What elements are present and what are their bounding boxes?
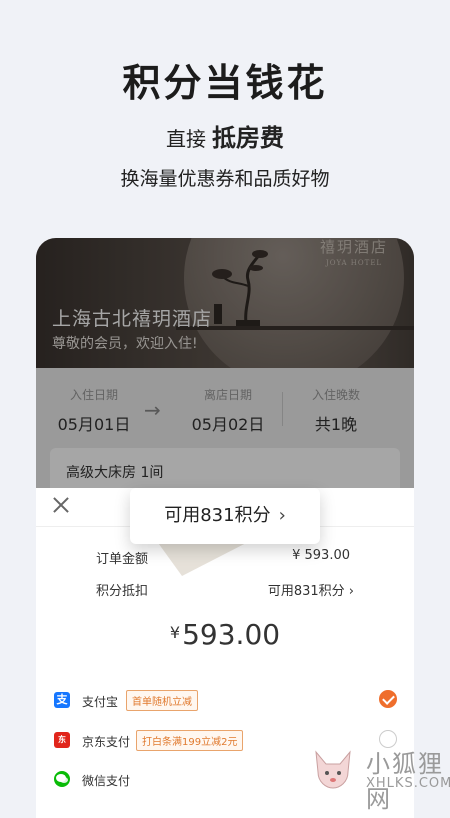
points-deduct-button[interactable]: 可用831积分 › (236, 580, 354, 599)
watermark-text-en: XHLKS.COM (366, 776, 450, 791)
points-deduct-value: 可用831积分 (267, 584, 345, 599)
chevron-right-icon: › (348, 584, 354, 599)
radio-checked-icon[interactable] (379, 690, 397, 708)
total-currency: ¥ (169, 623, 181, 642)
points-deduct-label: 积分抵扣 (96, 584, 149, 599)
promo-title: 积分当钱花 (122, 61, 328, 105)
alipay-icon: 支 (54, 692, 70, 708)
close-icon[interactable] (50, 494, 72, 516)
wechat-pay-icon (54, 771, 70, 787)
payment-name: 微信支付 (82, 774, 131, 788)
payment-name: 支付宝 (82, 695, 119, 709)
chevron-right-icon: › (278, 505, 286, 526)
popup-pointer (156, 540, 252, 576)
promo-subtitle-prefix: 直接 (166, 127, 206, 151)
points-popup[interactable]: 可用831积分 › (130, 488, 320, 544)
promo-subtitle-strong: 抵房费 (212, 124, 284, 152)
promo-badge: 首单随机立减 (126, 690, 198, 711)
total-amount: ¥593.00 (36, 618, 414, 651)
modal-backdrop[interactable] (36, 238, 414, 488)
popup-text: 可用831积分 (164, 505, 271, 526)
jdpay-icon: 东 (54, 732, 70, 748)
order-amount-value: ¥ 593.00 (292, 548, 350, 563)
payment-name: 京东支付 (82, 735, 131, 749)
promo-description: 换海量优惠券和品质好物 (120, 168, 330, 190)
payment-option-alipay[interactable]: 支 支付宝 首单随机立减 (36, 684, 414, 722)
watermark: 小狐狸网 XHLKS.COM (300, 740, 450, 813)
fox-logo-icon (315, 750, 351, 789)
promo-subtitle: 直接 抵房费 (0, 118, 450, 153)
promo-badge: 打白条满199立减2元 (136, 730, 244, 751)
total-amount-value: 593.00 (182, 618, 281, 651)
order-amount-label: 订单金额 (96, 552, 149, 567)
